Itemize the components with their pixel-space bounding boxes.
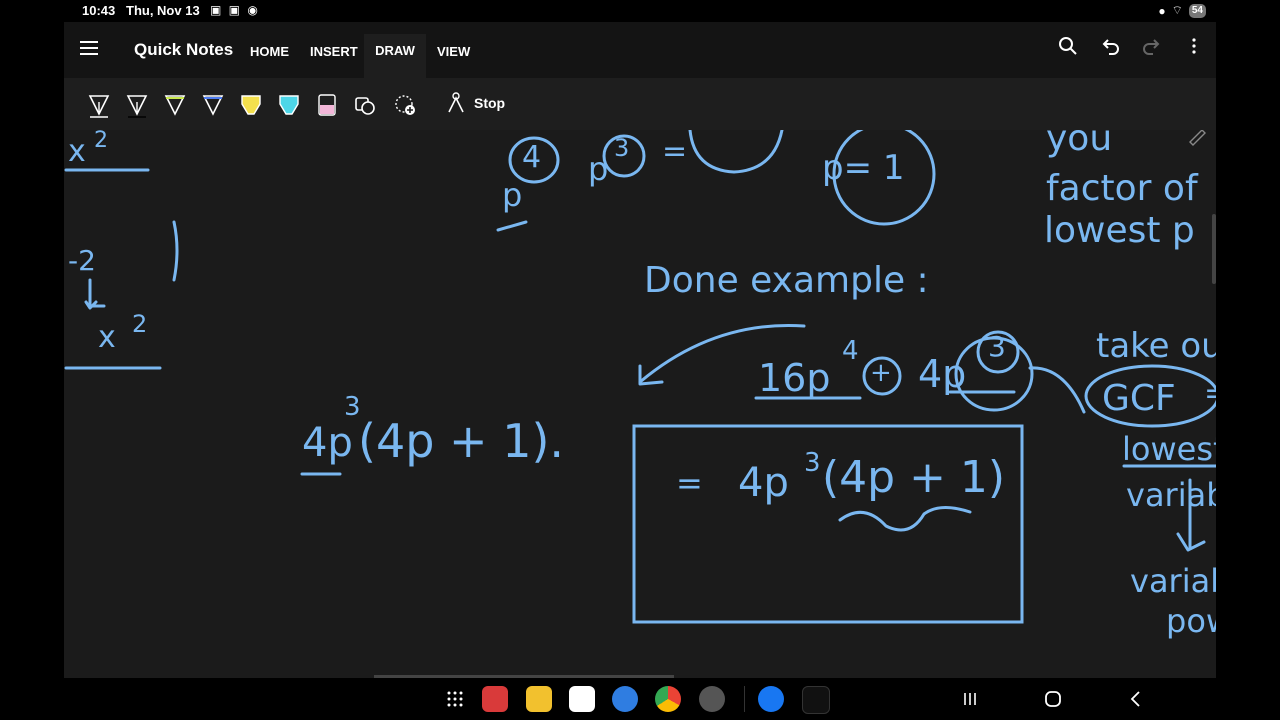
note-top-right-1: you [1046,130,1113,159]
boxed-paren: (4p + 1) [822,452,1006,503]
search-icon[interactable] [1058,36,1078,56]
note-left-top-exp: 2 [94,130,108,153]
home-icon[interactable] [1044,690,1062,708]
highlighter-yellow-icon[interactable] [240,92,262,118]
highlighter-cyan-icon[interactable] [278,92,300,118]
note-heading: Done example : [644,260,929,301]
wifi-icon: ⌔ [1171,3,1183,17]
note-left-top: x [68,134,86,169]
note-side-1: take ou [1096,326,1216,366]
notes-app-icon[interactable] [482,686,508,712]
boxed-exp: 3 [804,448,821,478]
status-date: Thu, Nov 13 [126,3,200,18]
note-expression: 16p [758,356,831,400]
note-top-p-eq: p= 1 [822,148,905,188]
note-side-4: variabl [1126,476,1216,514]
scrollbar[interactable] [1212,214,1216,284]
app-bar: Quick Notes HOME INSERT DRAW VIEW [64,22,1216,78]
dnd-icon: ● [1158,3,1166,18]
note-side-3: lowest [1122,430,1216,468]
tab-draw[interactable]: DRAW [364,34,426,78]
stop-button[interactable]: Stop [446,92,505,114]
note-term2-exp: 3 [988,330,1006,363]
redo-icon[interactable] [1142,36,1162,56]
note-top-right-3: lowest p [1044,210,1195,251]
boxed-coeff: 4p [738,460,789,506]
note-top-right-2: factor of [1046,168,1198,209]
note-side-5: variabl [1130,562,1216,600]
note-expression-exp: 4 [842,336,859,366]
lasso-add-icon[interactable] [394,92,416,118]
tab-home[interactable]: HOME [250,44,289,59]
pen-stop-icon [448,92,464,113]
tiktok-app-icon[interactable] [802,686,830,714]
note-left-low-exp: 2 [132,310,148,338]
note-result-paren: (4p + 1). [358,414,565,468]
pen-icon-4[interactable] [202,92,224,118]
hamburger-menu-icon[interactable] [80,41,98,55]
tab-view[interactable]: VIEW [437,44,470,59]
note-left-low: x [98,320,116,355]
files-app-icon[interactable] [526,686,552,712]
highlighter-pink-icon[interactable] [316,92,338,118]
tab-insert[interactable]: INSERT [310,44,358,59]
note-canvas[interactable]: x 2 -2 x 2 4 p p 3 = p= 1 you factor of … [64,130,1216,678]
drawing-toolbar: Stop [64,78,1216,130]
battery-indicator: 54 [1188,3,1206,18]
note-side-gcf: GCF [1102,378,1176,419]
boxed-eq: = [676,464,703,502]
note-top-mid-3: 3 [614,134,630,162]
shapes-icon[interactable] [354,92,376,118]
camera-app-icon[interactable] [699,686,725,712]
undo-icon[interactable] [1100,36,1120,56]
note-top-mid-p: p [502,176,523,214]
note-top-mid-p2: p [588,150,609,188]
messages-app-icon[interactable] [612,686,638,712]
pen-icon-2[interactable] [126,92,148,118]
note-side-gcf-eq: = [1204,376,1216,411]
note-side-6: pow [1166,602,1216,640]
note-top-mid-4: 4 [522,140,542,175]
note-top-mid-eq: = [662,134,688,169]
chrome-app-icon[interactable] [655,686,681,712]
note-result-left: 4p [302,420,353,466]
status-bar: 10:43 Thu, Nov 13 ▣ ▣ ◉ ● ⌔ 54 [64,0,1216,22]
calendar-app-icon[interactable] [569,686,595,712]
dock-divider [744,686,745,712]
note-left-mid: -2 [68,244,96,277]
system-nav-bar [0,678,1280,720]
stop-label: Stop [474,95,506,111]
app-drawer-icon[interactable] [446,690,464,708]
notification-icons: ▣ ▣ ◉ [210,3,260,17]
facebook-app-icon[interactable] [758,686,784,712]
status-time: 10:43 [82,3,116,18]
pen-icon-3[interactable] [164,92,186,118]
pen-icon[interactable] [88,92,110,118]
status-right: ● ⌔ 54 [1158,3,1206,18]
app-title: Quick Notes [134,40,234,59]
back-icon[interactable] [1128,690,1144,708]
note-plus: + [870,358,892,388]
more-options-icon[interactable] [1184,36,1204,56]
pencil-edit-icon[interactable] [1186,130,1208,146]
recents-icon[interactable] [962,691,978,707]
note-term2: 4p [918,352,967,396]
